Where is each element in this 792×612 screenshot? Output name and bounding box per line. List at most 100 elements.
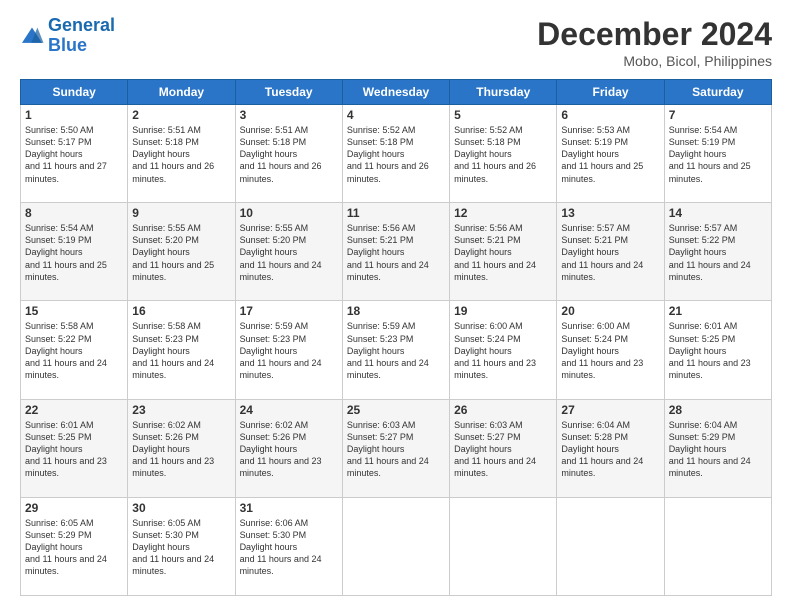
cell-info: Sunrise: 5:54 AMSunset: 5:19 PMDaylight … [669,124,767,185]
calendar-cell: 24 Sunrise: 6:02 AMSunset: 5:26 PMDaylig… [235,399,342,497]
day-number: 31 [240,501,338,515]
subtitle: Mobo, Bicol, Philippines [537,53,772,69]
day-number: 26 [454,403,552,417]
calendar-cell: 12 Sunrise: 5:56 AMSunset: 5:21 PMDaylig… [450,203,557,301]
calendar-cell: 2 Sunrise: 5:51 AMSunset: 5:18 PMDayligh… [128,105,235,203]
calendar-cell: 3 Sunrise: 5:51 AMSunset: 5:18 PMDayligh… [235,105,342,203]
cell-info: Sunrise: 5:57 AMSunset: 5:22 PMDaylight … [669,222,767,283]
calendar-cell: 29 Sunrise: 6:05 AMSunset: 5:29 PMDaylig… [21,497,128,595]
day-number: 4 [347,108,445,122]
calendar-cell: 28 Sunrise: 6:04 AMSunset: 5:29 PMDaylig… [664,399,771,497]
cell-info: Sunrise: 5:55 AMSunset: 5:20 PMDaylight … [240,222,338,283]
calendar-cell: 5 Sunrise: 5:52 AMSunset: 5:18 PMDayligh… [450,105,557,203]
calendar-cell: 23 Sunrise: 6:02 AMSunset: 5:26 PMDaylig… [128,399,235,497]
cell-info: Sunrise: 6:01 AMSunset: 5:25 PMDaylight … [669,320,767,381]
cell-info: Sunrise: 6:01 AMSunset: 5:25 PMDaylight … [25,419,123,480]
day-number: 22 [25,403,123,417]
cell-info: Sunrise: 6:04 AMSunset: 5:29 PMDaylight … [669,419,767,480]
logo-line2: Blue [48,35,87,55]
cell-info: Sunrise: 5:59 AMSunset: 5:23 PMDaylight … [347,320,445,381]
day-number: 24 [240,403,338,417]
calendar-cell: 20 Sunrise: 6:00 AMSunset: 5:24 PMDaylig… [557,301,664,399]
calendar-cell: 10 Sunrise: 5:55 AMSunset: 5:20 PMDaylig… [235,203,342,301]
day-number: 15 [25,304,123,318]
calendar-cell: 30 Sunrise: 6:05 AMSunset: 5:30 PMDaylig… [128,497,235,595]
week-row-1: 1 Sunrise: 5:50 AMSunset: 5:17 PMDayligh… [21,105,772,203]
cell-info: Sunrise: 5:53 AMSunset: 5:19 PMDaylight … [561,124,659,185]
calendar-cell: 4 Sunrise: 5:52 AMSunset: 5:18 PMDayligh… [342,105,449,203]
cell-info: Sunrise: 5:59 AMSunset: 5:23 PMDaylight … [240,320,338,381]
calendar-cell: 13 Sunrise: 5:57 AMSunset: 5:21 PMDaylig… [557,203,664,301]
calendar-cell: 22 Sunrise: 6:01 AMSunset: 5:25 PMDaylig… [21,399,128,497]
cell-info: Sunrise: 5:52 AMSunset: 5:18 PMDaylight … [454,124,552,185]
cell-info: Sunrise: 5:51 AMSunset: 5:18 PMDaylight … [240,124,338,185]
cell-info: Sunrise: 6:03 AMSunset: 5:27 PMDaylight … [347,419,445,480]
logo-line1: General [48,15,115,35]
cell-info: Sunrise: 6:04 AMSunset: 5:28 PMDaylight … [561,419,659,480]
calendar-cell: 26 Sunrise: 6:03 AMSunset: 5:27 PMDaylig… [450,399,557,497]
cell-info: Sunrise: 5:58 AMSunset: 5:23 PMDaylight … [132,320,230,381]
day-number: 1 [25,108,123,122]
calendar-cell: 25 Sunrise: 6:03 AMSunset: 5:27 PMDaylig… [342,399,449,497]
cell-info: Sunrise: 6:05 AMSunset: 5:30 PMDaylight … [132,517,230,578]
calendar-cell: 16 Sunrise: 5:58 AMSunset: 5:23 PMDaylig… [128,301,235,399]
calendar-cell: 21 Sunrise: 6:01 AMSunset: 5:25 PMDaylig… [664,301,771,399]
logo-text: General Blue [48,16,115,56]
calendar-cell: 15 Sunrise: 5:58 AMSunset: 5:22 PMDaylig… [21,301,128,399]
calendar-cell: 11 Sunrise: 5:56 AMSunset: 5:21 PMDaylig… [342,203,449,301]
col-wednesday: Wednesday [342,80,449,105]
col-tuesday: Tuesday [235,80,342,105]
cell-info: Sunrise: 5:54 AMSunset: 5:19 PMDaylight … [25,222,123,283]
day-number: 30 [132,501,230,515]
day-number: 7 [669,108,767,122]
calendar-cell: 14 Sunrise: 5:57 AMSunset: 5:22 PMDaylig… [664,203,771,301]
logo-icon [20,26,44,46]
day-number: 16 [132,304,230,318]
calendar-cell: 1 Sunrise: 5:50 AMSunset: 5:17 PMDayligh… [21,105,128,203]
day-number: 23 [132,403,230,417]
col-monday: Monday [128,80,235,105]
calendar-table: Sunday Monday Tuesday Wednesday Thursday… [20,79,772,596]
title-block: December 2024 Mobo, Bicol, Philippines [537,16,772,69]
calendar-cell: 7 Sunrise: 5:54 AMSunset: 5:19 PMDayligh… [664,105,771,203]
day-number: 10 [240,206,338,220]
col-sunday: Sunday [21,80,128,105]
day-number: 9 [132,206,230,220]
col-saturday: Saturday [664,80,771,105]
day-number: 3 [240,108,338,122]
col-thursday: Thursday [450,80,557,105]
day-number: 6 [561,108,659,122]
calendar-cell [342,497,449,595]
calendar-cell [450,497,557,595]
day-number: 29 [25,501,123,515]
cell-info: Sunrise: 6:00 AMSunset: 5:24 PMDaylight … [454,320,552,381]
day-number: 8 [25,206,123,220]
header: General Blue December 2024 Mobo, Bicol, … [20,16,772,69]
calendar-cell: 31 Sunrise: 6:06 AMSunset: 5:30 PMDaylig… [235,497,342,595]
calendar-cell: 27 Sunrise: 6:04 AMSunset: 5:28 PMDaylig… [557,399,664,497]
day-number: 13 [561,206,659,220]
day-number: 21 [669,304,767,318]
cell-info: Sunrise: 6:03 AMSunset: 5:27 PMDaylight … [454,419,552,480]
day-number: 19 [454,304,552,318]
day-number: 12 [454,206,552,220]
main-title: December 2024 [537,16,772,53]
day-number: 14 [669,206,767,220]
week-row-4: 22 Sunrise: 6:01 AMSunset: 5:25 PMDaylig… [21,399,772,497]
cell-info: Sunrise: 5:51 AMSunset: 5:18 PMDaylight … [132,124,230,185]
calendar-cell: 18 Sunrise: 5:59 AMSunset: 5:23 PMDaylig… [342,301,449,399]
day-number: 2 [132,108,230,122]
cell-info: Sunrise: 6:00 AMSunset: 5:24 PMDaylight … [561,320,659,381]
day-number: 11 [347,206,445,220]
cell-info: Sunrise: 5:56 AMSunset: 5:21 PMDaylight … [347,222,445,283]
calendar-cell: 8 Sunrise: 5:54 AMSunset: 5:19 PMDayligh… [21,203,128,301]
cell-info: Sunrise: 5:57 AMSunset: 5:21 PMDaylight … [561,222,659,283]
day-number: 20 [561,304,659,318]
cell-info: Sunrise: 5:58 AMSunset: 5:22 PMDaylight … [25,320,123,381]
cell-info: Sunrise: 5:52 AMSunset: 5:18 PMDaylight … [347,124,445,185]
cell-info: Sunrise: 5:55 AMSunset: 5:20 PMDaylight … [132,222,230,283]
day-number: 28 [669,403,767,417]
page: General Blue December 2024 Mobo, Bicol, … [0,0,792,612]
cell-info: Sunrise: 5:50 AMSunset: 5:17 PMDaylight … [25,124,123,185]
cell-info: Sunrise: 6:06 AMSunset: 5:30 PMDaylight … [240,517,338,578]
